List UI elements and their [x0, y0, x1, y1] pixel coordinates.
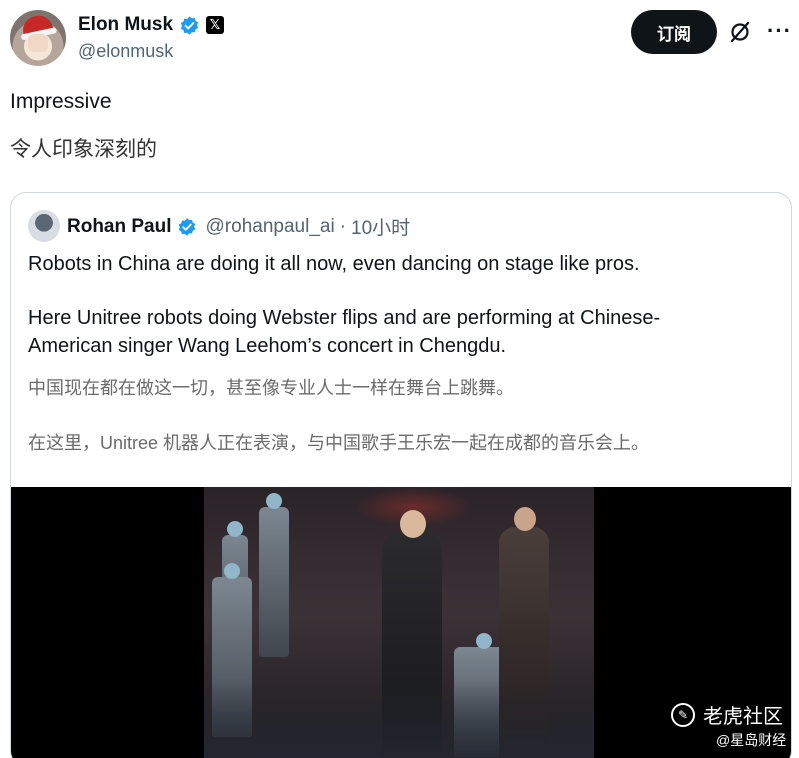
- video-frame: [204, 487, 594, 758]
- x-affiliate-icon: 𝕏: [206, 16, 225, 34]
- watermark-brand: ✎ 老虎社区: [671, 700, 783, 729]
- author-name-line: Elon Musk 𝕏: [78, 14, 225, 36]
- quoted-post-card[interactable]: Rohan Paul @rohanpaul_ai · 10小时 Robots i…: [10, 192, 792, 758]
- subscribe-button[interactable]: 订阅: [631, 10, 717, 54]
- quoted-translation-line-2: 在这里，Unitree 机器人正在表演，与中国歌手王乐宏一起在成都的音乐会上。: [28, 433, 650, 453]
- quoted-author-name[interactable]: Rohan Paul: [67, 216, 172, 238]
- post-header: Elon Musk 𝕏 @elonmusk 订阅 ···: [10, 8, 792, 68]
- grok-icon[interactable]: [728, 20, 752, 44]
- verified-badge-icon: [178, 217, 195, 236]
- more-options-icon[interactable]: ···: [767, 18, 792, 44]
- watermark-source: @星岛财经: [716, 732, 787, 748]
- author-avatar[interactable]: [10, 10, 66, 66]
- quoted-author-avatar[interactable]: [28, 210, 60, 242]
- post-text: Impressive: [10, 90, 112, 113]
- quoted-text-line-3: American singer Wang Leehom’s concert in…: [28, 335, 507, 357]
- quoted-post-time[interactable]: 10小时: [351, 213, 410, 240]
- quoted-translation-line-1: 中国现在都在做这一切，甚至像专业人士一样在舞台上跳舞。: [28, 378, 514, 398]
- verified-badge-icon: [180, 15, 199, 35]
- author-handle[interactable]: @elonmusk: [78, 41, 173, 62]
- quoted-text-line-1: Robots in China are doing it all now, ev…: [28, 253, 640, 275]
- quoted-author-handle[interactable]: @rohanpaul_ai: [206, 216, 335, 238]
- watermark-brand-text: 老虎社区: [703, 706, 783, 728]
- tiger-logo-icon: ✎: [671, 702, 695, 727]
- separator-dot: ·: [339, 215, 347, 237]
- quoted-author-line: Rohan Paul @rohanpaul_ai · 10小时: [67, 213, 410, 240]
- author-display-name[interactable]: Elon Musk: [78, 14, 173, 36]
- quoted-text-line-2: Here Unitree robots doing Webster flips …: [28, 307, 661, 329]
- post-translation: 令人印象深刻的: [10, 138, 157, 161]
